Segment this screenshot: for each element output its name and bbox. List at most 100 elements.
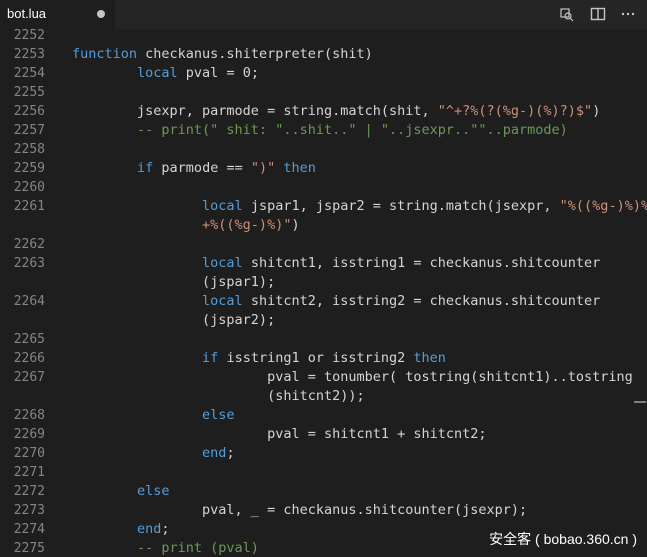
line-code: function checkanus.shiterpreter(shit) — [72, 45, 373, 64]
code-line[interactable]: 2253 function checkanus.shiterpreter(shit… — [0, 45, 647, 64]
keyword-token: end — [137, 521, 162, 537]
line-number: 2259 — [13, 161, 45, 176]
line-number: 2266 — [13, 351, 45, 366]
line-number: 2270 — [13, 446, 45, 461]
comment-token: -- print (pval) — [72, 540, 259, 556]
code-line[interactable]: +%((%g-)%)") — [0, 216, 647, 235]
code-token: jspar1, jspar2 = string.match(jsexpr, — [242, 198, 560, 214]
keyword-token: local — [137, 65, 178, 81]
code-line[interactable]: 2259 if parmode == ")" then — [0, 159, 647, 178]
line-code: (shitcnt2)); — [72, 387, 365, 406]
code-line[interactable]: 2260 — [0, 178, 647, 197]
code-line[interactable]: 2272 else — [0, 482, 647, 501]
more-actions-icon[interactable] — [620, 6, 636, 22]
line-code: local shitcnt1, isstring1 = checkanus.sh… — [72, 254, 600, 273]
keyword-token: if — [137, 160, 154, 176]
string-token: "^+?%(?(%g-)(%)?)$" — [437, 103, 593, 119]
code-editor[interactable]: 2252 2253 function checkanus.shiterpreter(… — [0, 29, 647, 557]
code-token: ; — [161, 521, 170, 537]
code-line[interactable]: 2266 if isstring1 or isstring2 then — [0, 349, 647, 368]
line-code: else — [72, 406, 235, 425]
keyword-token: if — [202, 350, 219, 366]
line-number: 2261 — [13, 199, 45, 214]
code-line[interactable]: 2257 -- print(" shit: "..shit.." | "..js… — [0, 121, 647, 140]
line-code: -- print(" shit: "..shit.." | "..jsexpr.… — [72, 121, 568, 140]
code-line[interactable]: 2254 local pval = 0; — [0, 64, 647, 83]
line-number: 2254 — [13, 66, 45, 81]
open-changes-icon[interactable] — [558, 6, 574, 22]
line-number: 2256 — [13, 104, 45, 119]
code-line[interactable]: (jspar2); — [0, 311, 647, 330]
split-editor-icon[interactable] — [590, 6, 606, 22]
keyword-token: function — [72, 46, 138, 62]
code-line[interactable]: 2263 local shitcnt1, isstring1 = checkan… — [0, 254, 647, 273]
code-token: pval = shitcnt1 + shitcnt2; — [72, 426, 487, 442]
code-line[interactable]: (shitcnt2)); — [0, 387, 647, 406]
code-token: (jspar2); — [72, 312, 276, 328]
line-number: 2258 — [13, 142, 45, 157]
line-code: local pval = 0; — [72, 64, 259, 83]
scrollbar-marker — [634, 401, 646, 403]
line-code: pval, _ = checkanus.shitcounter(jsexpr); — [72, 501, 527, 520]
unsaved-dot-icon[interactable] — [97, 10, 105, 18]
line-number: 2275 — [13, 541, 45, 556]
line-number: 2264 — [13, 294, 45, 309]
line-number: 2267 — [13, 370, 45, 385]
keyword-token: then — [283, 160, 316, 176]
tab-bar: bot.lua — [0, 0, 647, 29]
code-token: isstring1 or isstring2 — [218, 350, 414, 366]
line-code: end; — [72, 520, 170, 539]
code-line[interactable]: (jspar1); — [0, 273, 647, 292]
code-line[interactable]: 2256 jsexpr, parmode = string.match(shit… — [0, 102, 647, 121]
code-line[interactable]: 2255 — [0, 83, 647, 102]
line-code: local shitcnt2, isstring2 = checkanus.sh… — [72, 292, 600, 311]
code-token: ) — [291, 217, 300, 233]
code-token: pval = tonumber( tostring(shitcnt1)..tos… — [72, 369, 633, 385]
code-line[interactable]: 2268 else — [0, 406, 647, 425]
line-number: 2268 — [13, 408, 45, 423]
keyword-token: else — [202, 407, 235, 423]
code-line[interactable]: 2271 — [0, 463, 647, 482]
line-number: 2271 — [13, 465, 45, 480]
line-code: end; — [72, 444, 235, 463]
code-line[interactable]: 2264 local shitcnt2, isstring2 = checkan… — [0, 292, 647, 311]
code-line[interactable]: 2258 — [0, 140, 647, 159]
line-code: pval = shitcnt1 + shitcnt2; — [72, 425, 487, 444]
code-line[interactable]: 2261 local jspar1, jspar2 = string.match… — [0, 197, 647, 216]
line-number: 2262 — [13, 237, 45, 252]
code-token: (jspar1); — [72, 274, 276, 290]
line-number: 2260 — [13, 180, 45, 195]
keyword-token: else — [137, 483, 170, 499]
line-number: 2274 — [13, 522, 45, 537]
code-line[interactable]: 2273 pval, _ = checkanus.shitcounter(jse… — [0, 501, 647, 520]
vertical-scrollbar[interactable] — [633, 29, 647, 557]
line-number: 2255 — [13, 85, 45, 100]
comment-token: -- print(" shit: "..shit.." | "..jsexpr.… — [72, 122, 568, 138]
line-number: 2263 — [13, 256, 45, 271]
tab-bot-lua[interactable]: bot.lua — [0, 0, 115, 29]
code-line[interactable]: 2270 end; — [0, 444, 647, 463]
code-line[interactable]: 2252 — [0, 29, 647, 45]
code-line[interactable]: 2269 pval = shitcnt1 + shitcnt2; — [0, 425, 647, 444]
code-line[interactable]: 2267 pval = tonumber( tostring(shitcnt1)… — [0, 368, 647, 387]
line-code: if isstring1 or isstring2 then — [72, 349, 446, 368]
code-token: (shitcnt2)); — [72, 388, 365, 404]
line-code: -- print (pval) — [72, 539, 259, 557]
keyword-token: end — [202, 445, 227, 461]
line-code: +%((%g-)%)") — [72, 216, 300, 235]
line-code: (jspar1); — [72, 273, 275, 292]
code-line[interactable]: 2265 — [0, 330, 647, 349]
code-line[interactable]: 2262 — [0, 235, 647, 254]
code-token: pval, _ = checkanus.shitcounter(jsexpr); — [72, 502, 528, 518]
string-token: +%((%g-)%)" — [72, 217, 292, 233]
line-code: local jspar1, jspar2 = string.match(jsex… — [72, 197, 647, 216]
keyword-token: local — [202, 255, 243, 271]
